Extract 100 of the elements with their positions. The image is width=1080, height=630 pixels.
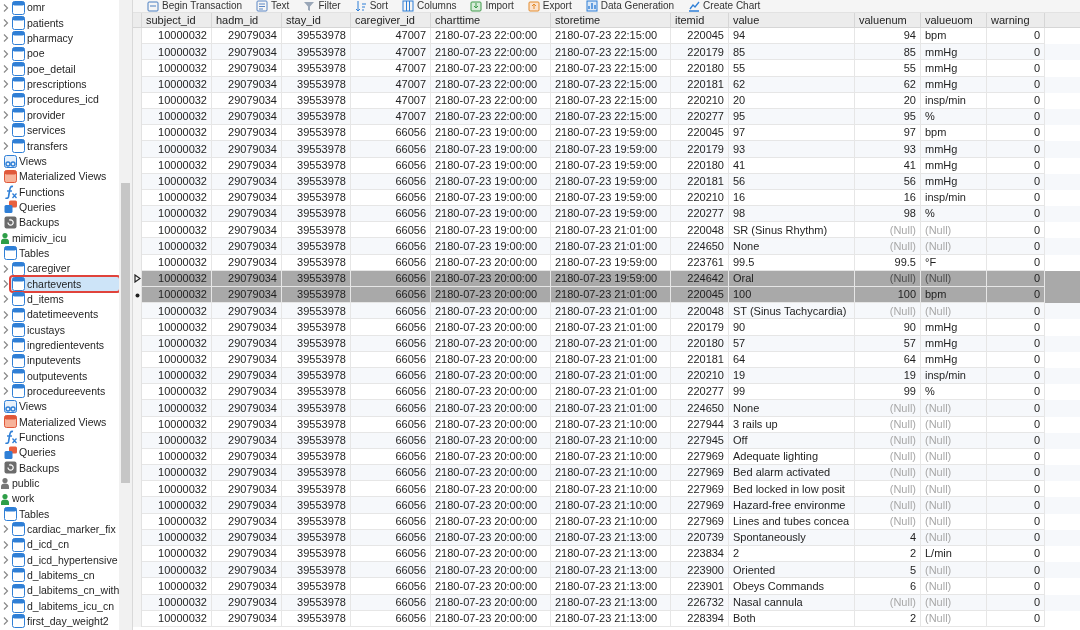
table-item[interactable]: chartevents (11, 276, 119, 291)
tree-label[interactable]: mimiciv_icu (12, 232, 67, 244)
chevron-icon[interactable] (2, 278, 9, 289)
chevron-icon[interactable] (2, 2, 9, 13)
toolbar-button[interactable]: Filter (303, 0, 341, 12)
chevron-icon[interactable] (2, 140, 9, 151)
table-item[interactable]: transfers (11, 138, 69, 153)
chevron-icon[interactable] (2, 539, 9, 550)
toolbar-button[interactable]: Begin Transaction (147, 0, 243, 12)
tree-label[interactable]: Views (19, 401, 47, 412)
table-item[interactable]: caregiver (11, 261, 72, 276)
table-item[interactable]: prescriptions (11, 77, 88, 92)
toolbar-button[interactable]: Columns (402, 0, 457, 12)
table-icon (12, 384, 25, 399)
column-header[interactable]: hadm_id (212, 13, 282, 27)
tree-label[interactable]: public (12, 478, 40, 489)
chevron-icon[interactable] (2, 294, 9, 305)
chevron-icon[interactable] (2, 370, 9, 381)
chevron-icon[interactable] (2, 309, 9, 320)
tree-label[interactable]: Queries (19, 447, 56, 458)
table-item[interactable]: d_items (11, 292, 65, 307)
table-item[interactable]: d_labitems_icu_cn (11, 599, 115, 614)
table-cell: 220180 (671, 157, 729, 174)
toolbar-button[interactable]: Text (256, 0, 290, 12)
tree-label[interactable]: Views (19, 155, 47, 167)
table-cell: 2180-07-23 20:00:00 (431, 319, 551, 336)
table-item[interactable]: patients (11, 16, 65, 30)
column-header[interactable]: warning (987, 13, 1045, 27)
chevron-icon[interactable] (2, 64, 9, 75)
chevron-icon[interactable] (2, 110, 9, 121)
chevron-icon[interactable] (2, 340, 9, 351)
chevron-icon[interactable] (2, 570, 9, 581)
table-item[interactable]: icustays (11, 322, 66, 337)
table-cell: 29079034 (212, 400, 282, 417)
column-header[interactable]: value (729, 13, 855, 27)
table-item[interactable]: datetimeevents (11, 307, 100, 322)
column-header[interactable]: valueuom (921, 13, 987, 27)
table-cell: 29079034 (212, 594, 282, 611)
chevron-icon[interactable] (2, 33, 9, 44)
table-icon (12, 322, 25, 337)
toolbar-button[interactable]: Import (470, 0, 514, 12)
tree-label[interactable]: work (12, 493, 35, 504)
table-cell: 2180-07-23 21:13:00 (551, 578, 671, 595)
table-cell: 29079034 (212, 76, 282, 93)
table-item[interactable]: procedures_icd (11, 92, 100, 107)
chevron-icon[interactable] (2, 324, 9, 335)
chevron-icon[interactable] (2, 355, 9, 366)
table-item[interactable]: pharmacy (11, 31, 75, 46)
tree-label[interactable]: Functions (19, 186, 65, 198)
chevron-icon[interactable] (2, 524, 9, 535)
column-header[interactable]: stay_id (282, 13, 351, 27)
tree-label[interactable]: Materialized Views (19, 416, 107, 428)
toolbar-button[interactable]: Create Chart (688, 0, 761, 12)
table-cell: 66056 (351, 513, 431, 530)
tree-label[interactable]: Tables (19, 508, 50, 520)
chevron-icon[interactable] (2, 48, 9, 59)
chevron-icon[interactable] (2, 555, 9, 566)
table-item[interactable]: d_labitems_cn_with (11, 583, 121, 598)
table-item[interactable]: first_day_weight2 (11, 614, 110, 629)
column-header[interactable]: charttime (431, 13, 551, 27)
chevron-icon[interactable] (2, 585, 9, 596)
tree-label[interactable]: Backups (19, 217, 60, 228)
chevron-icon[interactable] (2, 601, 9, 612)
chevron-icon[interactable] (2, 616, 9, 627)
table-cell: 2180-07-23 19:00:00 (431, 173, 551, 190)
toolbar-button[interactable]: Data Generation (585, 0, 675, 12)
scrollbar-thumb[interactable] (121, 183, 130, 483)
chevron-icon[interactable] (2, 263, 9, 274)
column-header[interactable]: caregiver_id (351, 13, 431, 27)
table-item[interactable]: outputevents (11, 368, 89, 383)
table-item[interactable]: d_icd_hypertensive (11, 553, 119, 568)
tree-label[interactable]: Tables (19, 247, 50, 259)
tree-label[interactable]: Functions (19, 432, 65, 443)
table-item[interactable]: provider (11, 108, 66, 123)
chevron-icon[interactable] (2, 94, 9, 105)
table-item[interactable]: d_labitems_cn (11, 568, 96, 583)
chevron-icon[interactable] (2, 18, 9, 28)
column-header[interactable]: storetime (551, 13, 671, 27)
table-item[interactable]: cardiac_marker_fix (11, 522, 117, 537)
table-item[interactable]: omr (11, 0, 47, 15)
table-item[interactable]: poe (11, 46, 46, 61)
table-item[interactable]: services (11, 123, 67, 138)
table-item[interactable]: poe_detail (11, 62, 77, 77)
table-item[interactable]: procedureevents (11, 384, 107, 399)
table-item[interactable]: ingredientevents (11, 338, 106, 353)
toolbar-button[interactable]: Sort (354, 0, 388, 12)
table-cell: 55 (729, 60, 855, 77)
tree-label[interactable]: Queries (19, 201, 56, 213)
toolbar-button[interactable]: Export (527, 0, 572, 12)
chevron-icon[interactable] (2, 386, 9, 397)
tree-label[interactable]: Backups (19, 462, 60, 474)
column-header[interactable]: itemid (671, 13, 729, 27)
table-item[interactable]: d_icd_cn (11, 537, 71, 552)
tree-label[interactable]: Materialized Views (19, 171, 107, 182)
column-header[interactable]: subject_id (142, 13, 212, 27)
column-header[interactable]: valuenum (855, 13, 921, 27)
chevron-icon[interactable] (2, 125, 9, 136)
table-cell: (Null) (921, 594, 987, 611)
chevron-icon[interactable] (2, 79, 9, 90)
table-item[interactable]: inputevents (11, 353, 82, 368)
